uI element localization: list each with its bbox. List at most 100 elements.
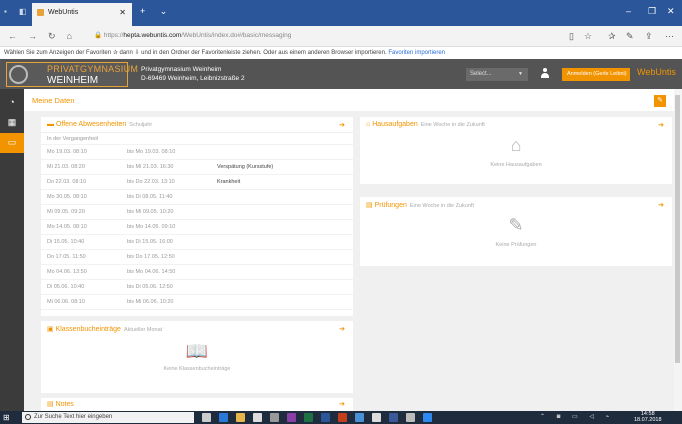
absence-from: Mo 30.05. 08:10: [47, 194, 87, 200]
absence-from: Do 22.03. 08:10: [47, 179, 87, 185]
new-tab-icon[interactable]: + ⌄: [140, 6, 173, 17]
arrow-right-icon[interactable]: ➔: [658, 121, 664, 129]
absence-row[interactable]: Mo 30.05. 08:10 bis Di 08.05. 11:40: [41, 190, 353, 205]
book-icon: 📖: [185, 341, 209, 361]
exams-card: ▤ Prüfungen Eine Woche in die Zukunft ➔ ✎ …: [360, 197, 672, 266]
edit-button[interactable]: ✎: [654, 95, 666, 107]
app-icon-4[interactable]: [406, 413, 415, 422]
close-tab-icon[interactable]: ✕: [119, 8, 126, 17]
exams-header[interactable]: ▤ Prüfungen Eine Woche in die Zukunft ➔: [360, 197, 672, 213]
task-view-icon[interactable]: [202, 413, 211, 422]
absence-to: bis Di 08.05. 11:40: [127, 194, 173, 200]
maximize-icon[interactable]: ❐: [648, 6, 656, 17]
arrow-right-icon[interactable]: ➔: [339, 121, 345, 129]
powerpoint-icon[interactable]: [338, 413, 347, 422]
share-icon[interactable]: ⇪: [645, 31, 653, 42]
scrollbar-thumb[interactable]: [675, 95, 680, 363]
absence-row[interactable]: Di 05.06. 10:40 bis Di 05.06. 12:50: [41, 280, 353, 295]
app-icon-1[interactable]: [270, 413, 279, 422]
dashboard-icon[interactable]: ◔: [0, 93, 24, 113]
login-button[interactable]: Anmelden (Gerle Leibni): [562, 68, 630, 81]
browser-titlebar: ▪ ◧ WebUntis ✕ + ⌄ – ❐ ✕: [0, 0, 682, 26]
absence-to: bis Mi 09.05. 10:20: [127, 209, 174, 215]
absence-from: Mi 21.03. 08:20: [47, 164, 85, 170]
windows-start-icon[interactable]: ⊞: [3, 413, 10, 422]
more-icon[interactable]: ⋯: [665, 31, 674, 42]
taskbar-search[interactable]: Zur Suche Text hier eingeben: [22, 412, 194, 423]
arrow-right-icon[interactable]: ➔: [658, 201, 664, 209]
url-field[interactable]: 🔒 https://hepta.webuntis.com/WebUntis/in…: [94, 31, 291, 39]
absence-reason: Krankheit: [217, 179, 241, 185]
homework-empty: Keine Hausaufgaben: [490, 162, 542, 168]
absence-row[interactable]: Di 15.05. 10:40 bis Di 15.05. 16:00: [41, 235, 353, 250]
favorite-star-icon[interactable]: ☆: [584, 31, 592, 42]
taskbar-search-text: Zur Suche Text hier eingeben: [34, 414, 113, 420]
app-icon-5[interactable]: [423, 413, 432, 422]
user-icon[interactable]: [541, 68, 549, 78]
absence-from: Mo 19.03. 08:10: [47, 149, 87, 155]
arrow-right-icon[interactable]: ➔: [339, 325, 345, 333]
window-close-icon[interactable]: ✕: [667, 6, 675, 17]
arrow-right-icon[interactable]: ➔: [339, 400, 345, 408]
sidebar: ◔ ▦ ▭: [0, 89, 24, 411]
pen-icon[interactable]: ✎: [626, 31, 634, 42]
crest-icon: [9, 65, 28, 84]
absence-row[interactable]: Mi 21.03. 08:20 bis Mi 21.03. 16:30 Verspä…: [41, 160, 353, 175]
window-icons[interactable]: ▪ ◧: [4, 7, 32, 16]
absence-row[interactable]: Mo 14.05. 08:10 bis Mo 14.05. 09:10: [41, 220, 353, 235]
store-icon[interactable]: [253, 413, 262, 422]
minimize-icon[interactable]: –: [626, 6, 631, 16]
import-favorites-link[interactable]: Favoriten importieren: [388, 50, 445, 56]
absence-row[interactable]: Mi 06.06. 08:10 bis Mi 06.06. 10:20: [41, 295, 353, 310]
absence-row[interactable]: Mi 09.05. 09:20 bis Mi 09.05. 10:20: [41, 205, 353, 220]
my-data-icon[interactable]: ▭: [0, 133, 24, 153]
school-address: D-69469 Weinheim, Leibnizstraße 2: [141, 75, 245, 82]
calendar-icon[interactable]: ▦: [0, 113, 24, 133]
app-icon-2[interactable]: [355, 413, 364, 422]
absence-to: bis Mo 19.03. 08:10: [127, 149, 176, 155]
absence-row[interactable]: Do 22.03. 08:10 bis Do 22.03. 13:10 Krankh…: [41, 175, 353, 190]
favorites-hub-icon[interactable]: ✰: [608, 31, 616, 42]
onenote-icon[interactable]: [287, 413, 296, 422]
explorer-icon[interactable]: [236, 413, 245, 422]
classbook-card: ▣ Klassenbucheinträge Aktueller Monat ➔ 📖 …: [41, 321, 353, 393]
favbar-text-3: und in den Ordner der Favoritenleiste zi…: [141, 50, 387, 56]
school-select[interactable]: Select... ▼: [466, 68, 528, 81]
absence-to: bis Do 22.03. 13:10: [127, 179, 175, 185]
system-tray[interactable]: ⌃ ◙ ▭ ◁ ⌁: [540, 413, 614, 420]
absence-from: Do 17.05. 11:50: [47, 254, 86, 260]
app-icon-3[interactable]: [389, 413, 398, 422]
reading-view-icon[interactable]: ▯: [569, 31, 574, 42]
homework-title: Hausaufgaben: [372, 121, 418, 128]
page-title-text: Meine Daten: [32, 96, 75, 105]
excel-icon[interactable]: [304, 413, 313, 422]
absence-to: bis Mi 21.03. 16:30: [127, 164, 174, 170]
clock-date: 18.07.2018: [634, 417, 662, 423]
chrome-icon[interactable]: [372, 413, 381, 422]
absence-from: Mi 09.05. 09:20: [47, 209, 85, 215]
absence-to: bis Mo 04.06. 14:50: [127, 269, 176, 275]
school-logo[interactable]: PRIVATGYMNASIUM WEINHEIM: [6, 62, 138, 87]
favorites-bar: Wählen Sie zum Anzeigen der Favoriten ✰ …: [0, 47, 682, 59]
classbook-header[interactable]: ▣ Klassenbucheinträge Aktueller Monat ➔: [41, 321, 353, 337]
homework-header[interactable]: ⌂ Hausaufgaben Eine Woche in die Zukunft ➔: [360, 117, 672, 133]
absence-reason: Verspätung (Kursstufe): [217, 164, 274, 170]
notes-card: ▤ Notes ➔: [41, 398, 353, 411]
absence-row[interactable]: Do 17.05. 11:50 bis Do 17.05. 12:50: [41, 250, 353, 265]
nav-buttons[interactable]: ←→↻⌂: [8, 31, 83, 42]
scrollbar[interactable]: [674, 89, 682, 411]
absence-from: Di 05.06. 10:40: [47, 284, 85, 290]
absences-section-label: In der Vergangenheit: [41, 133, 353, 145]
search-icon: [25, 414, 31, 420]
absences-header[interactable]: ▬ Offene Abwesenheiten Schuljahr ➔: [41, 117, 353, 133]
absence-row[interactable]: Mo 04.06. 13:50 bis Mo 04.06. 14:50: [41, 265, 353, 280]
browser-tab[interactable]: WebUntis ✕: [32, 3, 132, 26]
windows-taskbar: ⊞ Zur Suche Text hier eingeben ⌃ ◙ ▭ ◁ ⌁…: [0, 411, 682, 424]
absence-row[interactable]: Mo 19.03. 08:10 bis Mo 19.03. 08:10: [41, 145, 353, 160]
word-icon[interactable]: [321, 413, 330, 422]
edge-icon[interactable]: [219, 413, 228, 422]
clock[interactable]: 14:58 18.07.2018: [634, 411, 662, 423]
classbook-subtitle: Aktueller Monat: [123, 327, 163, 333]
address-bar: ←→↻⌂ 🔒 https://hepta.webuntis.com/WebUnt…: [0, 26, 682, 47]
notes-header[interactable]: ▤ Notes ➔: [41, 398, 353, 411]
